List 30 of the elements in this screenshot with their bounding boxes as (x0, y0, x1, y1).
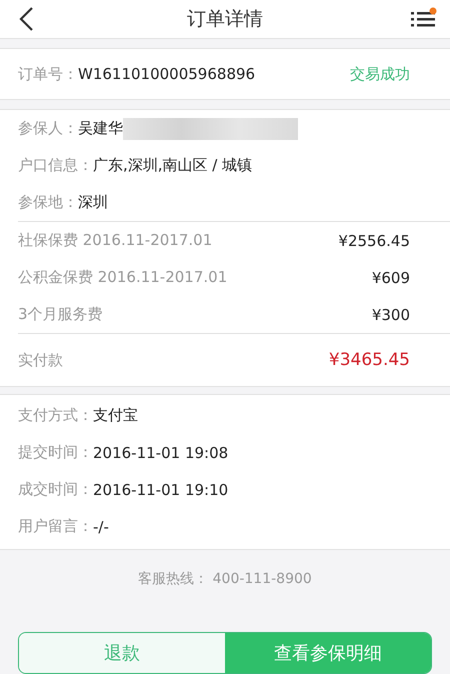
page-title: 订单详情 (187, 7, 263, 32)
total-amount: ¥3465.45 (328, 350, 410, 370)
field-value: 深圳 (78, 193, 108, 212)
back-icon (18, 6, 34, 32)
fee-name: 社保保费 2016.11-2017.01 (18, 231, 212, 250)
order-number: W16110100005968896 (78, 65, 256, 84)
field-label: 支付方式： (18, 406, 93, 426)
fee-amount: ¥300 (372, 306, 410, 324)
order-number-label: 订单号： (18, 64, 78, 84)
field-label: 参保地： (18, 193, 78, 212)
field-value: 广东,深圳,南山区 / 城镇 (93, 156, 252, 176)
field-label: 用户留言： (18, 517, 93, 536)
fee-name: 3个月服务费 (18, 305, 103, 324)
field-value: 2016-11-01 19:08 (93, 444, 228, 462)
fee-name: 公积金保费 2016.11-2017.01 (18, 268, 228, 288)
field-value: 吴建华 (78, 119, 123, 138)
fee-amount: ¥2556.45 (338, 232, 410, 250)
details-button[interactable]: 查看参保明细 (225, 633, 431, 673)
total-label: 实付款 (18, 350, 63, 370)
order-status: 交易成功 (350, 64, 410, 84)
field-value: 2016-11-01 19:10 (93, 480, 228, 499)
field-label: 提交时间： (18, 443, 93, 462)
refund-button[interactable]: 退款 (19, 633, 225, 673)
field-label: 户口信息： (18, 156, 93, 176)
hotline-text: 客服热线： 400-111-8900 (138, 570, 312, 588)
field-label: 参保人： (18, 119, 78, 138)
fee-amount: ¥609 (372, 268, 410, 287)
field-label: 成交时间： (18, 480, 93, 500)
field-value: -/- (93, 518, 109, 536)
field-value: 支付宝 (93, 406, 138, 426)
